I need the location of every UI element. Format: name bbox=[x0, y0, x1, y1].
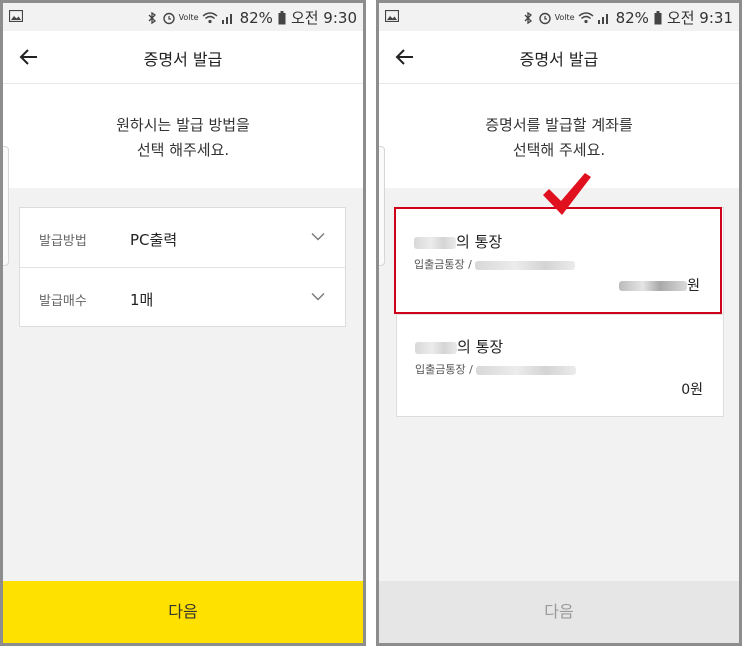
issue-count-label: 발급매수 bbox=[39, 294, 87, 309]
red-check-icon bbox=[543, 173, 591, 215]
account-name: 의 통장 bbox=[415, 336, 503, 357]
masked-account-number bbox=[476, 365, 577, 375]
signal-icon bbox=[597, 14, 608, 24]
battery-percent: 82% bbox=[239, 8, 273, 27]
right-phone-screen: Volte 82% 오전 9:31 증명서 발급 증명서를 발급할 계좌를 선택… bbox=[376, 0, 742, 646]
intro-line-2: 선택 해주세요. bbox=[136, 141, 230, 159]
account-name-suffix: 의 통장 bbox=[457, 338, 504, 356]
status-bar: Volte 82% 오전 9:31 bbox=[379, 3, 739, 31]
account-balance: 원 bbox=[619, 275, 700, 295]
status-time: 오전 9:31 bbox=[666, 9, 733, 27]
alarm-icon bbox=[162, 12, 175, 24]
intro-line-1: 증명서를 발급할 계좌를 bbox=[485, 116, 633, 134]
intro-line-2: 선택해 주세요. bbox=[512, 141, 606, 159]
next-button[interactable]: 다음 bbox=[3, 581, 363, 643]
account-type: 입출금통장 / bbox=[414, 256, 576, 272]
signal-icon bbox=[221, 14, 232, 24]
masked-balance bbox=[619, 281, 688, 291]
battery-icon bbox=[654, 10, 662, 24]
account-name: 의 통장 bbox=[414, 231, 502, 252]
issue-method-value: PC출력 bbox=[130, 231, 178, 249]
volte-label: Volte bbox=[554, 13, 575, 22]
side-handle bbox=[379, 146, 385, 266]
bluetooth-icon bbox=[524, 11, 532, 24]
status-bar: Volte 82% 오전 9:30 bbox=[3, 3, 363, 31]
issue-method-select[interactable]: 발급방법 PC출력 bbox=[20, 208, 345, 267]
bluetooth-icon bbox=[148, 11, 156, 24]
chevron-down-icon bbox=[311, 293, 325, 301]
masked-owner bbox=[414, 236, 456, 249]
intro-line-1: 원하시는 발급 방법을 bbox=[116, 116, 250, 134]
masked-owner bbox=[415, 341, 457, 354]
left-phone-screen: Volte 82% 오전 9:30 증명서 발급 원하시는 발급 방법을 선택 … bbox=[0, 0, 366, 646]
page-title: 증명서 발급 bbox=[519, 50, 599, 69]
status-time: 오전 9:30 bbox=[290, 9, 357, 27]
issue-options: 발급방법 PC출력 발급매수 1매 bbox=[19, 207, 346, 327]
issue-count-value: 1매 bbox=[130, 291, 154, 309]
masked-account-number bbox=[475, 260, 576, 270]
wifi-icon bbox=[578, 12, 594, 24]
account-type: 입출금통장 / bbox=[415, 361, 577, 377]
account-list: 의 통장 입출금통장 / 원 의 통장 입출금통장 / 0원 bbox=[394, 207, 724, 417]
account-type-label: 입출금통장 / bbox=[414, 258, 472, 271]
gallery-icon bbox=[9, 10, 23, 22]
wifi-icon bbox=[202, 12, 218, 24]
app-bar: 증명서 발급 bbox=[379, 31, 739, 84]
side-handle bbox=[3, 146, 9, 266]
next-button[interactable]: 다음 bbox=[379, 581, 739, 643]
page-title: 증명서 발급 bbox=[143, 50, 223, 69]
issue-method-label: 발급방법 bbox=[39, 234, 87, 249]
account-balance: 0원 bbox=[681, 382, 703, 398]
account-type-label: 입출금통장 / bbox=[415, 363, 473, 376]
account-name-suffix: 의 통장 bbox=[456, 233, 503, 251]
gallery-icon bbox=[385, 10, 399, 22]
account-item-1[interactable]: 의 통장 입출금통장 / 원 bbox=[394, 207, 722, 314]
alarm-icon bbox=[538, 12, 551, 24]
chevron-down-icon bbox=[311, 233, 325, 241]
battery-percent: 82% bbox=[615, 8, 649, 27]
issue-count-select[interactable]: 발급매수 1매 bbox=[20, 267, 345, 327]
balance-unit: 원 bbox=[687, 278, 700, 294]
battery-icon bbox=[278, 10, 286, 24]
intro-message: 원하시는 발급 방법을 선택 해주세요. bbox=[3, 84, 363, 188]
account-item-2[interactable]: 의 통장 입출금통장 / 0원 bbox=[397, 314, 723, 417]
volte-label: Volte bbox=[178, 13, 199, 22]
app-bar: 증명서 발급 bbox=[3, 31, 363, 84]
